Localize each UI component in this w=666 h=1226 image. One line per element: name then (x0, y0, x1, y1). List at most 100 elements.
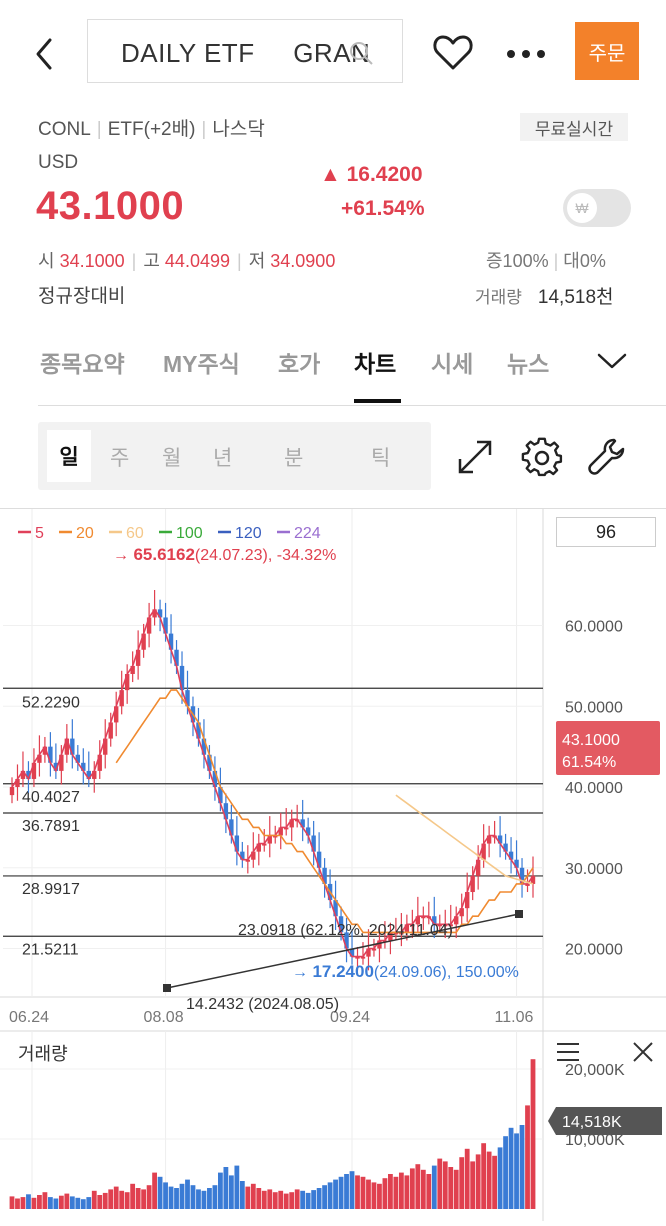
tab-news[interactable]: 뉴스 (507, 345, 549, 379)
margin-rate: 증100% (486, 251, 549, 271)
volume-bar (300, 1190, 306, 1209)
y-tick-label: 50.0000 (565, 699, 623, 716)
volume-bar (207, 1188, 212, 1209)
menu-icon (557, 1043, 579, 1061)
current-price: 43.1000 (36, 184, 185, 228)
volume-bar (420, 1169, 426, 1209)
y-tick-label: 60.0000 (565, 619, 623, 636)
volume-current-value: 14,518K (562, 1114, 622, 1131)
legend-label: 224 (294, 525, 321, 542)
volume-bar (349, 1171, 355, 1209)
tab-summary[interactable]: 종목요약 (40, 345, 125, 379)
volume-bar (86, 1197, 92, 1209)
volume-bar (437, 1158, 443, 1209)
candle-count-input[interactable]: 96 (556, 517, 656, 547)
fullscreen-button[interactable] (455, 437, 495, 482)
y-tick-label: 20.0000 (565, 942, 623, 959)
search-box[interactable]: DAILY ETF GRAN (87, 19, 403, 83)
period-minute[interactable]: 분 (284, 442, 303, 472)
tab-chart[interactable]: 차트 (354, 345, 396, 379)
high-annotation-detail: (24.07.23), -34.32% (195, 547, 336, 564)
volume-bar (31, 1197, 37, 1209)
high-label: 고 (143, 251, 160, 271)
volume-bar (459, 1157, 465, 1209)
tab-orderbook[interactable]: 호가 (278, 345, 320, 379)
volume-bar (42, 1192, 48, 1209)
volume-label: 거래량 (475, 288, 522, 307)
volume-bar (234, 1165, 240, 1209)
volume-bar (327, 1182, 333, 1209)
loan-rate: 대0% (563, 251, 606, 271)
volume-bar (80, 1199, 86, 1209)
stock-type: ETF(+2배) (107, 119, 196, 140)
level-label: 36.7891 (22, 818, 80, 835)
period-month[interactable]: 월 (162, 442, 181, 472)
x-tick-label: 08.08 (144, 1009, 184, 1026)
volume-bar (113, 1186, 119, 1209)
volume-bar (141, 1189, 147, 1209)
tab-quotes[interactable]: 시세 (431, 345, 473, 379)
volume-bar (371, 1182, 377, 1209)
volume-bar (316, 1188, 322, 1209)
realtime-badge[interactable]: 무료실시간 (520, 113, 628, 141)
volume-bar (278, 1190, 284, 1209)
chart-tools-button[interactable] (587, 436, 629, 483)
volume-bar (294, 1189, 300, 1209)
volume-bar (9, 1196, 15, 1209)
price-change-percent: +61.54% (341, 197, 425, 220)
favorite-button[interactable] (432, 32, 474, 77)
back-button[interactable] (30, 34, 62, 74)
volume-bar (37, 1195, 42, 1209)
open-label: 시 (38, 251, 55, 271)
volume-close-button[interactable] (632, 1041, 654, 1068)
volume-bar (514, 1133, 519, 1209)
chart-area[interactable]: 06.24 08.08 09.24 11.06 20.0000 30.0000 40.000… (0, 508, 666, 1221)
volume-bar (311, 1190, 317, 1209)
chart-settings-button[interactable] (521, 436, 563, 483)
open-value: 34.1000 (59, 251, 125, 271)
low-annotation-value: 17.2400 (312, 962, 373, 981)
volume-bar (196, 1189, 201, 1209)
chevron-left-icon (36, 38, 52, 70)
y-tick-label: 40.0000 (565, 780, 623, 797)
volume-bar (382, 1178, 388, 1209)
volume-bar (228, 1175, 234, 1209)
period-year[interactable]: 년 (213, 442, 232, 472)
volume-bar (305, 1192, 311, 1209)
volume-bar (426, 1174, 432, 1209)
ma-line-60 (395, 794, 534, 885)
level-label: 28.9917 (22, 881, 80, 898)
currency-toggle[interactable]: ₩ (563, 189, 631, 227)
search-icon[interactable] (348, 40, 374, 66)
legend-label: 100 (176, 525, 203, 542)
volume-bar (393, 1176, 399, 1209)
high-annotation: → 65.6162(24.07.23), -34.32% (113, 545, 336, 564)
level-label: 40.4027 (22, 789, 80, 806)
period-week[interactable]: 주 (110, 442, 129, 472)
volume-bar (464, 1148, 470, 1209)
level-label: 21.5211 (22, 941, 79, 958)
price-change: ▲ 16.4200 (320, 163, 423, 186)
chevron-down-icon[interactable] (596, 349, 628, 373)
won-icon: ₩ (567, 193, 597, 223)
price-chart[interactable]: 06.24 08.08 09.24 11.0620.000030.000040.000… (0, 509, 666, 1221)
more-button[interactable] (505, 47, 549, 65)
order-button[interactable]: 주문 (575, 22, 639, 80)
volume-menu-button[interactable] (556, 1041, 580, 1068)
period-day[interactable]: 일 (47, 430, 91, 482)
volume-bar (75, 1197, 81, 1209)
current-price-tag-percent: 61.54% (562, 754, 616, 771)
volume-bar (333, 1179, 338, 1209)
volume-bar (338, 1176, 344, 1209)
tab-my-stock[interactable]: MY주식 (163, 345, 240, 379)
period-tick[interactable]: 틱 (371, 442, 390, 472)
volume-bar (398, 1172, 404, 1209)
volume-bar (179, 1183, 185, 1209)
volume-bar (26, 1194, 31, 1209)
low-annotation-detail: (24.09.06), 150.00% (374, 964, 519, 981)
volume-bar (366, 1179, 371, 1209)
volume-bar (15, 1198, 20, 1209)
low-value: 34.0900 (270, 251, 336, 271)
search-text: DAILY ETF GRAN (121, 38, 371, 68)
currency-label: USD (38, 152, 79, 173)
